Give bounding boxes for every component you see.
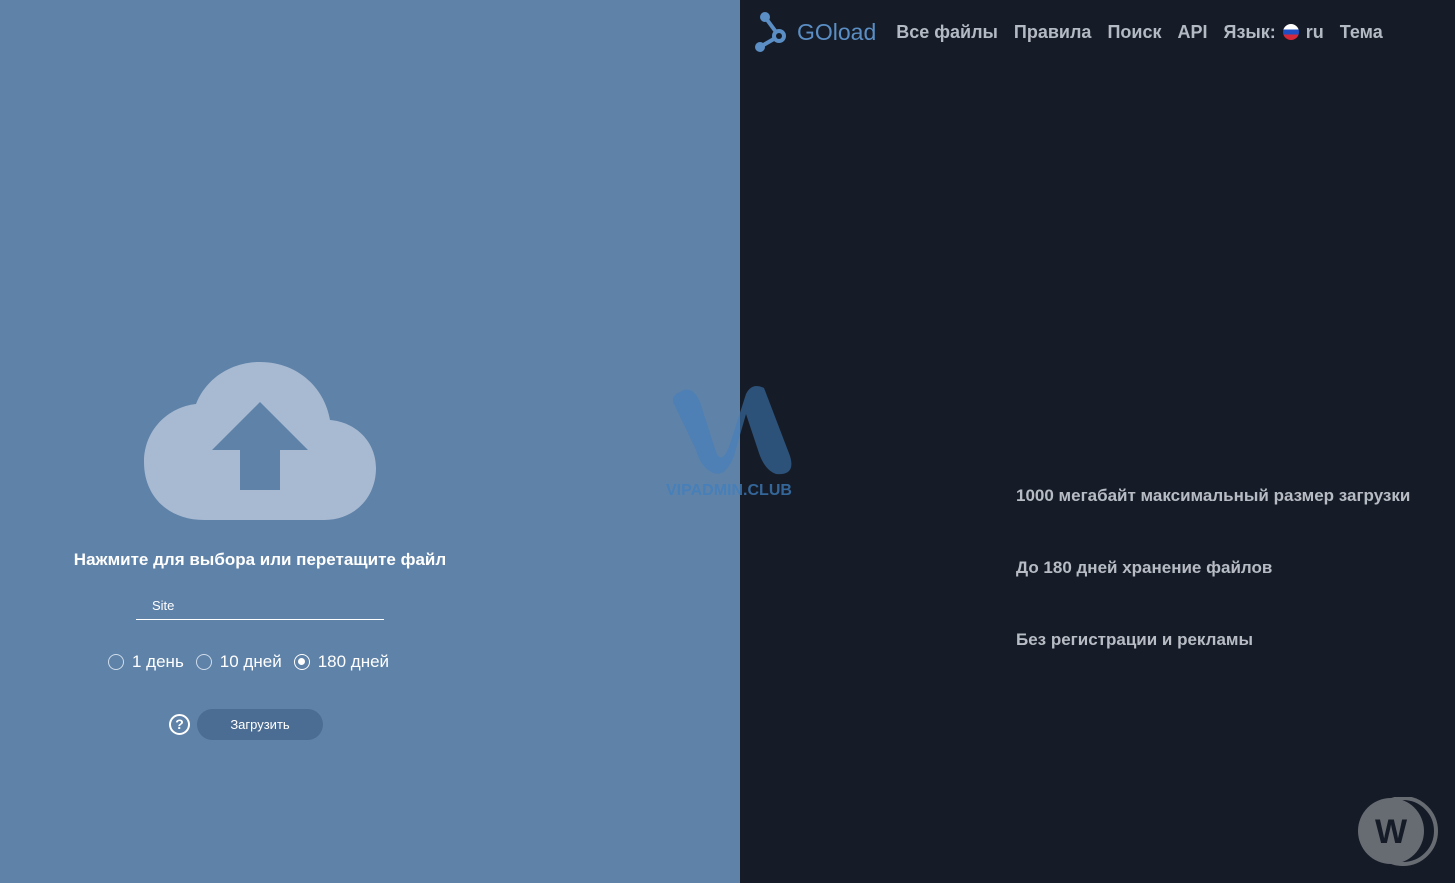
watermark-w-icon: W <box>1358 797 1438 866</box>
radio-button[interactable] <box>293 654 310 670</box>
top-nav: GOload Все файлы Правила Поиск API Язык:… <box>754 10 1399 54</box>
upload-button[interactable]: Загрузить <box>197 709 323 740</box>
svg-text:W: W <box>1375 813 1408 851</box>
nav-api[interactable]: API <box>1177 22 1207 43</box>
upload-panel[interactable]: Нажмите для выбора или перетащите файл 1… <box>0 0 740 883</box>
radio-label: 1 день <box>132 652 184 671</box>
nav-rules[interactable]: Правила <box>1014 22 1092 43</box>
nav-all-files[interactable]: Все файлы <box>896 22 998 43</box>
feature-item: Без регистрации и рекламы <box>1016 630 1253 649</box>
retention-1-day[interactable]: 1 день <box>108 652 184 672</box>
russia-flag-icon <box>1282 24 1299 40</box>
info-panel: GOload Все файлы Правила Поиск API Язык:… <box>740 0 1455 883</box>
nav-search[interactable]: Поиск <box>1107 22 1161 43</box>
language-label: Язык: <box>1223 21 1276 42</box>
feature-list: 1000 мегабайт максимальный размер загруз… <box>1016 486 1410 702</box>
radio-button[interactable] <box>108 654 124 670</box>
molecule-logo-icon[interactable] <box>754 11 788 53</box>
nav-theme[interactable]: Тема <box>1340 22 1383 43</box>
cloud-upload-icon[interactable] <box>144 362 376 520</box>
help-circle-icon[interactable]: ? <box>169 714 190 735</box>
radio-button[interactable] <box>195 654 212 670</box>
page: Нажмите для выбора или перетащите файл 1… <box>0 0 1455 883</box>
retention-options: 1 день 10 дней 180 дней <box>108 652 401 672</box>
radio-label: 10 дней <box>219 652 282 671</box>
site-input[interactable] <box>136 592 384 620</box>
drop-instruction: Нажмите для выбора или перетащите файл <box>73 550 447 569</box>
retention-180-days[interactable]: 180 дней <box>293 652 390 672</box>
watermark-text: VIPADMIN.CLUB <box>666 482 792 499</box>
language-value: ru <box>1305 21 1324 42</box>
feature-item: До 180 дней хранение файлов <box>1016 558 1273 577</box>
radio-label: 180 дней <box>317 652 390 671</box>
logo-text[interactable]: GOload <box>797 19 876 46</box>
language-selector[interactable]: Язык: ru <box>1224 22 1324 43</box>
feature-item: 1000 мегабайт максимальный размер загруз… <box>1016 486 1411 505</box>
retention-10-days[interactable]: 10 дней <box>195 652 282 672</box>
